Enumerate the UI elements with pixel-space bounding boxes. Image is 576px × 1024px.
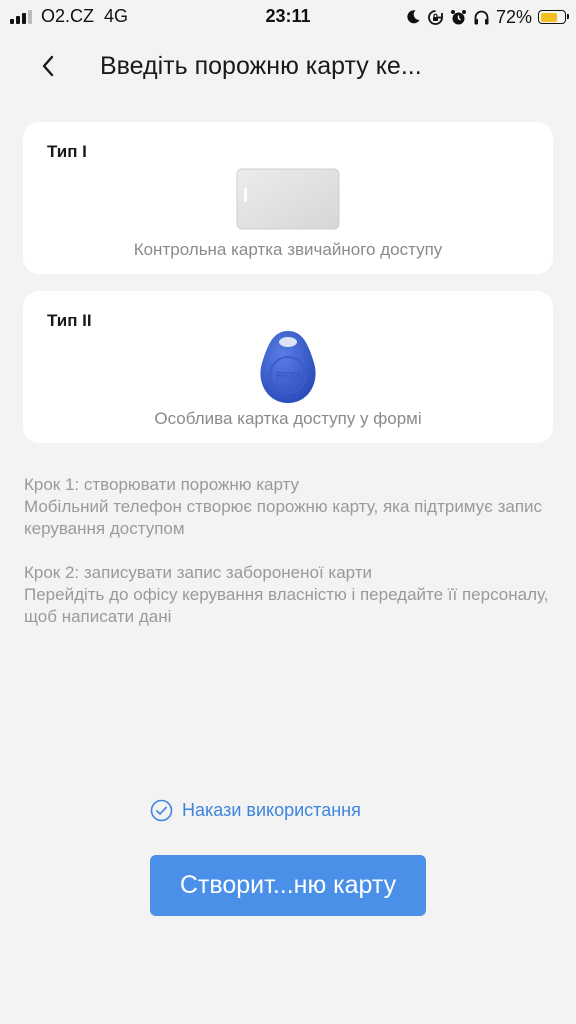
key-fob-image: RFID: [260, 331, 316, 403]
status-bar: O2.CZ 4G 23:11 72%: [0, 0, 576, 34]
rotation-lock-icon: [428, 9, 443, 25]
battery-percent: 72%: [495, 6, 532, 27]
back-button[interactable]: [32, 50, 64, 82]
headphones-icon: [474, 10, 489, 24]
status-icons: 72%: [405, 6, 569, 28]
step1-description: Мобільний телефон створює порожню карту,…: [24, 497, 543, 538]
access-card-image: [236, 168, 340, 230]
moon-icon: [407, 10, 420, 24]
battery-fill: [540, 12, 558, 22]
step2-title: Крок 2: записувати запис забороненої кар…: [24, 563, 373, 582]
card-type-1[interactable]: Тип I Контрольна картка звичайного досту…: [23, 122, 553, 274]
chevron-left-icon: [42, 55, 54, 77]
instructions: Крок 1: створювати порожню карту Мобільн…: [24, 474, 554, 628]
step1-title: Крок 1: створювати порожню карту: [24, 475, 300, 494]
card-caption: Особлива картка доступу у формі: [154, 409, 422, 428]
battery-icon: [538, 10, 569, 24]
card-type-label: Тип II: [47, 311, 92, 330]
page-title: Введіть порожню карту ке...: [100, 52, 422, 80]
card-type-label: Тип I: [47, 142, 87, 161]
card-type-2[interactable]: Тип II RFID Особлива картка доступу у фо…: [23, 291, 553, 443]
header: Введіть порожню карту ке...: [0, 40, 576, 92]
step2-description: Перейдіть до офісу керування власністю і…: [24, 585, 549, 626]
create-card-button[interactable]: Створит...ню карту: [150, 855, 426, 916]
alarm-icon: [450, 9, 466, 24]
terms-link[interactable]: Накази використання: [182, 800, 361, 821]
svg-text:RFID: RFID: [276, 371, 299, 382]
card-caption: Контрольна картка звичайного доступу: [133, 240, 443, 259]
terms-of-use[interactable]: Накази використання: [150, 798, 361, 822]
check-circle-icon[interactable]: [150, 799, 173, 822]
